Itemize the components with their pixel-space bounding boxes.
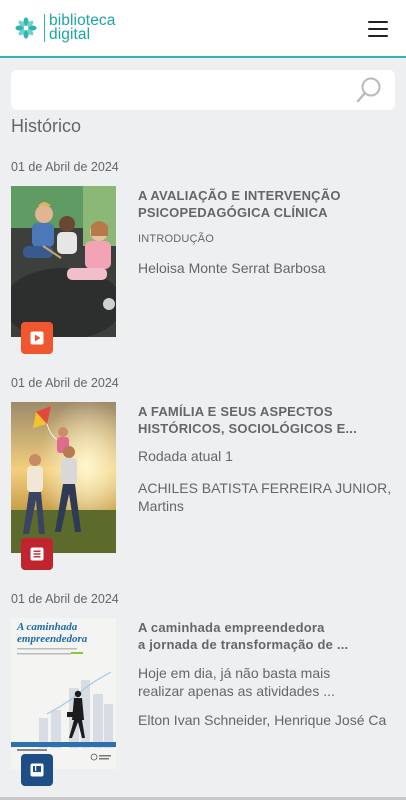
item-title[interactable]: A caminhada empreendedora a jornada de t… [138,619,400,653]
item-author: Elton Ivan Schneider, Henrique José Ca [138,712,387,728]
article-badge[interactable] [21,538,53,570]
menu-bar [368,21,388,23]
book-badge[interactable] [21,754,53,786]
book-icon [30,763,44,777]
app-header: biblioteca digital [0,0,406,58]
menu-bar [368,28,388,30]
item-title-line2: HISTÓRICOS, SOCIOLÓGICOS E... [138,421,357,436]
page-title: Histórico [11,116,82,136]
logo-divider [44,14,45,42]
logo-flower-icon [15,17,37,39]
item-title[interactable]: A AVALIAÇÃO E INTERVENÇÃO PSICOPEDAGÓGIC… [138,187,400,221]
item-author-line2: Martins [138,498,184,514]
item-author-line1: ACHILES BATISTA FERREIRA JUNIOR, [138,480,392,496]
cover-title-line2: empreendedora [17,633,88,645]
item-title-line1: A caminhada empreendedora [138,620,325,635]
item-author: Heloisa Monte Serrat Barbosa [138,260,326,276]
cover-title-line1: A caminhada [16,621,78,633]
item-description-line2: realizar apenas as atividades ... [138,683,335,699]
video-badge[interactable] [21,322,53,354]
search-icon[interactable] [355,76,383,104]
logo-text-line2: digital [49,26,91,43]
menu-bar [368,35,388,37]
article-icon [30,547,44,561]
item-date: 01 de Abril de 2024 [11,592,119,606]
entrepreneur-cover-image: A caminhada empreendedora [11,618,116,769]
play-icon [30,331,44,345]
family-kite-image [11,402,116,553]
hamburger-menu-icon[interactable] [368,21,388,37]
logo[interactable]: biblioteca digital [14,13,116,43]
item-title[interactable]: A FAMÍLIA E SEUS ASPECTOS HISTÓRICOS, SO… [138,403,400,437]
book-cover-image[interactable]: A caminhada empreendedora [11,618,116,769]
search-bar [11,70,395,110]
item-date: 01 de Abril de 2024 [11,160,119,174]
item-progress: Rodada atual 1 [138,448,233,464]
children-playing-image [11,186,116,337]
item-description-line1: Hoje em dia, já não basta mais [138,665,331,681]
item-date: 01 de Abril de 2024 [11,376,119,390]
item-chapter: INTRODUÇÃO [138,233,214,245]
item-title-line1: A AVALIAÇÃO E INTERVENÇÃO [138,188,341,203]
book-cover-image[interactable] [11,402,116,553]
item-title-line1: A FAMÍLIA E SEUS ASPECTOS [138,404,333,419]
item-title-line2: a jornada de transformação de ... [138,637,349,652]
item-title-line2: PSICOPEDAGÓGICA CLÍNICA [138,205,328,220]
logo-text: biblioteca digital [49,13,116,43]
search-input[interactable] [11,70,341,110]
book-cover-image[interactable] [11,186,116,337]
